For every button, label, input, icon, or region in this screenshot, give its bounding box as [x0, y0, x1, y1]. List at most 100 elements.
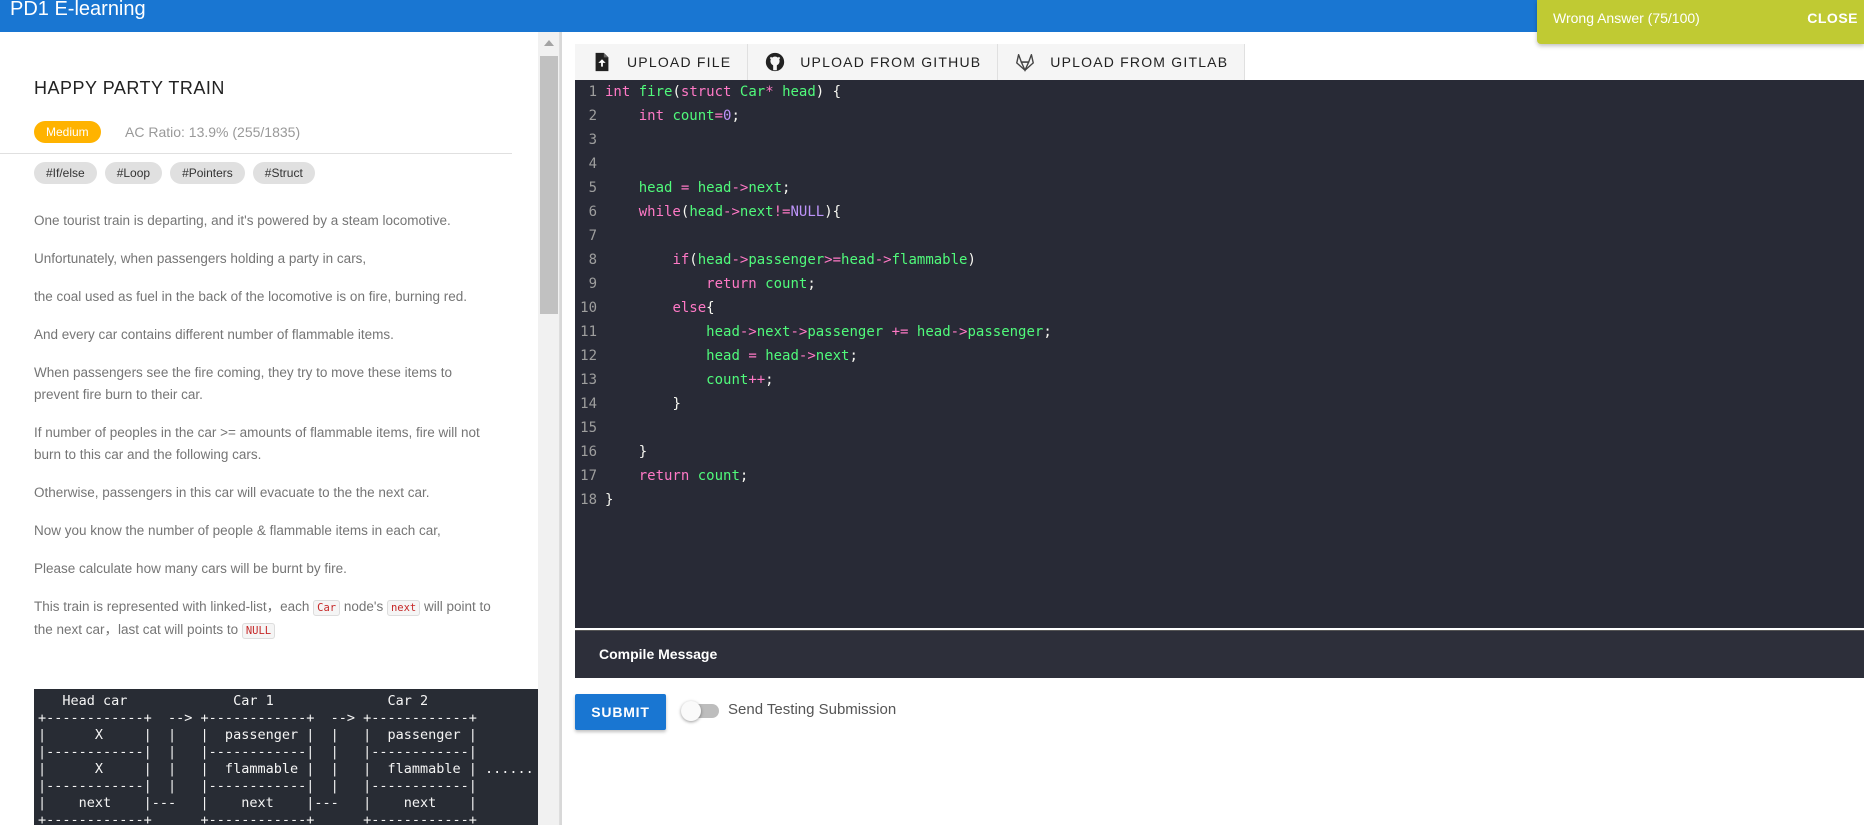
code-line[interactable]: 15	[575, 416, 1864, 440]
testing-submission-toggle[interactable]	[681, 701, 719, 721]
line-number: 2	[588, 108, 597, 124]
tag-chip[interactable]: #If/else	[34, 162, 97, 184]
compile-message-label: Compile Message	[599, 646, 718, 662]
description-paragraph: If number of peoples in the car >= amoun…	[34, 425, 480, 462]
difficulty-badge: Medium	[34, 121, 101, 143]
code-line[interactable]: 3	[575, 128, 1864, 152]
upload-file-button[interactable]: UPLOAD FILE	[575, 44, 749, 80]
code-text: while(head->next!=NULL){	[638, 204, 842, 220]
code-line[interactable]: 11 head->next->passenger += head->passen…	[575, 320, 1864, 344]
line-number: 13	[580, 372, 597, 388]
compile-panel: Compile Message	[575, 630, 1864, 678]
toggle-knob	[681, 701, 701, 721]
train-diagram: Head car Car 1 Car 2 +------------+ --> …	[34, 689, 538, 825]
code-line[interactable]: 2 int count=0;	[575, 104, 1864, 128]
problem-description: One tourist train is departing, and it's…	[34, 210, 494, 658]
code-text: head->next->passenger += head->passenger…	[706, 324, 1052, 340]
code-text: int count=0;	[638, 108, 740, 124]
description-paragraph: One tourist train is departing, and it's…	[34, 213, 451, 228]
panel-divider[interactable]	[560, 32, 562, 825]
problem-title: HAPPY PARTY TRAIN	[34, 78, 225, 98]
toast-close-button[interactable]: CLOSE	[1807, 10, 1858, 26]
toast-message: Wrong Answer (75/100)	[1553, 10, 1700, 26]
code-line[interactable]: 13 count++;	[575, 368, 1864, 392]
linked-list-paragraph: This train is represented with linked-li…	[34, 596, 494, 642]
code-text: return count;	[638, 468, 749, 484]
description-paragraph: When passengers see the fire coming, the…	[34, 365, 452, 402]
code-line[interactable]: 14 }	[575, 392, 1864, 416]
line-number: 4	[588, 156, 597, 172]
code-text: count++;	[706, 372, 774, 388]
line-number: 6	[588, 204, 597, 220]
description-paragraph: Please calculate how many cars will be b…	[34, 561, 347, 576]
line-number: 11	[580, 324, 597, 340]
tag-chip[interactable]: #Loop	[104, 162, 163, 184]
testing-submission-label: Send Testing Submission	[728, 701, 897, 718]
line-number: 17	[580, 468, 597, 484]
code-line[interactable]: 5 head = head->next;	[575, 176, 1864, 200]
problem-panel: HAPPY PARTY TRAIN Medium AC Ratio: 13.9%…	[0, 32, 538, 825]
description-paragraph: the coal used as fuel in the back of the…	[34, 289, 468, 304]
tag-list: #If/else #Loop #Pointers #Struct	[34, 162, 315, 184]
description-paragraph: Now you know the number of people & flam…	[34, 523, 441, 538]
upload-gitlab-button[interactable]: UPLOAD FROM GITLAB	[998, 44, 1246, 80]
header-divider	[0, 153, 512, 154]
description-paragraph: Unfortunately, when passengers holding a…	[34, 251, 367, 266]
code-line[interactable]: 6 while(head->next!=NULL){	[575, 200, 1864, 224]
code-text: else{	[672, 300, 715, 316]
line-number: 10	[580, 300, 597, 316]
scroll-up-icon[interactable]	[544, 40, 554, 46]
code-text: if(head->passenger>=head->flammable)	[672, 252, 976, 268]
ac-ratio: AC Ratio: 13.9% (255/1835)	[125, 124, 301, 140]
upload-github-button[interactable]: UPLOAD FROM GITHUB	[748, 44, 999, 80]
code-text: head = head->next;	[638, 180, 791, 196]
line-number: 8	[588, 252, 597, 268]
problem-scrollbar[interactable]	[538, 32, 560, 825]
code-null: NULL	[241, 623, 276, 639]
upload-gitlab-label: UPLOAD FROM GITLAB	[1050, 54, 1229, 70]
upload-github-label: UPLOAD FROM GITHUB	[800, 54, 982, 70]
line-number: 14	[580, 396, 597, 412]
code-text: }	[672, 396, 681, 412]
tag-chip[interactable]: #Pointers	[170, 162, 245, 184]
code-line[interactable]: 7	[575, 224, 1864, 248]
upload-file-label: UPLOAD FILE	[627, 54, 732, 70]
code-line[interactable]: 8 if(head->passenger>=head->flammable)	[575, 248, 1864, 272]
line-number: 16	[580, 444, 597, 460]
scrollbar-thumb[interactable]	[540, 56, 558, 314]
code-line[interactable]: 16 }	[575, 440, 1864, 464]
code-text: int fire(struct Car* head) {	[605, 84, 842, 100]
description-paragraph: And every car contains different number …	[34, 327, 394, 342]
github-icon	[766, 52, 785, 72]
code-text: }	[638, 444, 648, 460]
linked-list-text: node's	[340, 599, 387, 614]
code-next: next	[386, 600, 421, 616]
line-number: 1	[588, 84, 597, 100]
description-paragraph: Otherwise, passengers in this car will e…	[34, 485, 430, 500]
tag-chip[interactable]: #Struct	[252, 162, 315, 184]
code-line[interactable]: 12 head = head->next;	[575, 344, 1864, 368]
code-line[interactable]: 9 return count;	[575, 272, 1864, 296]
code-text: head = head->next;	[706, 348, 858, 364]
line-number: 9	[588, 276, 597, 292]
line-number: 18	[580, 492, 597, 508]
line-number: 15	[580, 420, 597, 436]
app-brand[interactable]: PD1 E-learning	[10, 0, 146, 20]
code-text: return count;	[706, 276, 816, 292]
result-toast: Wrong Answer (75/100) CLOSE	[1537, 0, 1864, 44]
line-number: 7	[588, 228, 597, 244]
code-line[interactable]: 10 else{	[575, 296, 1864, 320]
code-editor[interactable]: 1 int fire(struct Car* head) { 2 int count…	[575, 80, 1864, 628]
code-line[interactable]: 1 int fire(struct Car* head) {	[575, 80, 1864, 104]
line-number: 5	[588, 180, 597, 196]
submit-button[interactable]: SUBMIT	[575, 694, 666, 730]
code-text: }	[605, 492, 614, 508]
upload-toolbar: UPLOAD FILE UPLOAD FROM GITHUB UPLOAD FR…	[575, 44, 1246, 80]
code-line[interactable]: 18}	[575, 488, 1864, 512]
code-line[interactable]: 17 return count;	[575, 464, 1864, 488]
code-line[interactable]: 4	[575, 152, 1864, 176]
